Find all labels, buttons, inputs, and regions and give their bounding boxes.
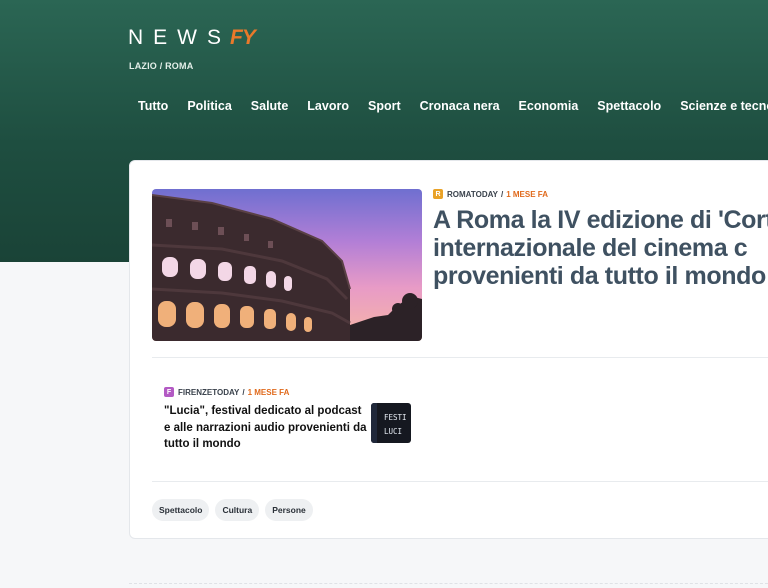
- section-divider: [129, 583, 768, 584]
- source-icon: R: [433, 189, 443, 199]
- tag-spettacolo[interactable]: Spettacolo: [152, 499, 210, 521]
- logo-news-text: NEWS: [128, 26, 231, 49]
- divider: [152, 481, 768, 482]
- feature-source[interactable]: ROMATODAY: [447, 190, 498, 199]
- nav-item-economia[interactable]: Economia: [519, 99, 579, 115]
- category-nav: Tutto Politica Salute Lavoro Sport Crona…: [138, 99, 768, 115]
- thumb-text-2: LUCI: [384, 427, 402, 436]
- nav-item-salute[interactable]: Salute: [251, 99, 289, 115]
- colosseum-image: [152, 189, 422, 341]
- feature-meta: R ROMATODAY / 1 MESE FA: [433, 189, 548, 199]
- tag-persone[interactable]: Persone: [265, 499, 313, 521]
- secondary-thumbnail[interactable]: FESTI LUCI: [371, 403, 411, 443]
- nav-item-cronaca-nera[interactable]: Cronaca nera: [420, 99, 500, 115]
- divider: [152, 357, 768, 358]
- nav-item-politica[interactable]: Politica: [187, 99, 231, 115]
- nav-item-scienze-e-tecnologia[interactable]: Scienze e tecnologia: [680, 99, 768, 115]
- nav-item-lavoro[interactable]: Lavoro: [307, 99, 349, 115]
- source-icon: F: [164, 387, 174, 397]
- nav-item-sport[interactable]: Sport: [368, 99, 401, 115]
- feature-headline[interactable]: A Roma la IV edizione di 'Corto internaz…: [433, 206, 768, 290]
- tag-cultura[interactable]: Cultura: [215, 499, 260, 521]
- feature-time: 1 MESE FA: [506, 189, 548, 199]
- thumb-text-1: FESTI: [384, 413, 407, 422]
- meta-separator: /: [242, 387, 245, 397]
- secondary-headline[interactable]: "Lucia", festival dedicato al podcast e …: [164, 403, 369, 453]
- feature-image[interactable]: [152, 189, 422, 341]
- secondary-source[interactable]: FIRENZETODAY: [178, 388, 239, 397]
- secondary-meta: F FIRENZETODAY / 1 MESE FA: [164, 387, 289, 397]
- lucia-festival-image: FESTI LUCI: [371, 403, 411, 443]
- region-label: LAZIO / ROMA: [129, 61, 194, 71]
- tag-list: Spettacolo Cultura Persone: [152, 499, 319, 521]
- news-card: R ROMATODAY / 1 MESE FA A Roma la IV edi…: [129, 160, 768, 539]
- nav-item-tutto[interactable]: Tutto: [138, 99, 168, 115]
- meta-separator: /: [500, 189, 504, 199]
- logo-fy-text: FY: [230, 26, 256, 49]
- secondary-time: 1 MESE FA: [247, 387, 290, 397]
- nav-item-spettacolo[interactable]: Spettacolo: [597, 99, 661, 115]
- site-logo[interactable]: NEWS FY: [128, 26, 256, 50]
